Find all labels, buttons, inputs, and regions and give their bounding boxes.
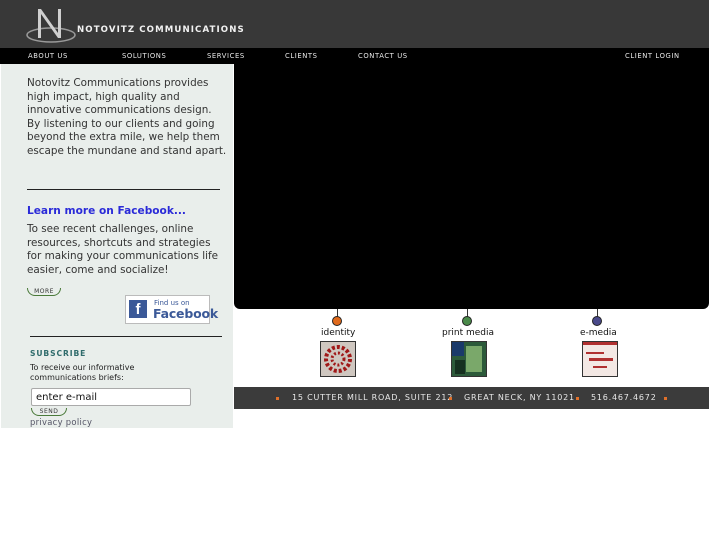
flash-stage (234, 64, 709, 309)
separator-dot-icon (664, 397, 667, 400)
main-nav: ABOUT US SOLUTIONS SERVICES CLIENTS CONT… (0, 48, 709, 64)
header-bar (0, 0, 709, 48)
category-identity[interactable]: identity (318, 309, 358, 379)
facebook-icon: f (129, 300, 147, 318)
nav-clients[interactable]: CLIENTS (285, 52, 318, 60)
brand-name: NOTOVITZ COMMUNICATIONS (77, 25, 245, 35)
subscribe-title: SUBSCRIBE (30, 349, 87, 358)
category-e-media[interactable]: e-media (580, 309, 620, 379)
footer-city: GREAT NECK, NY 11021 (464, 393, 575, 402)
logo-icon[interactable] (26, 5, 78, 45)
e-media-thumbnail-icon (582, 341, 618, 377)
facebook-badge-line2: Facebook (153, 306, 218, 321)
nav-client-login[interactable]: CLIENT LOGIN (625, 52, 680, 60)
nav-services[interactable]: SERVICES (207, 52, 245, 60)
nav-contact-us[interactable]: CONTACT US (358, 52, 408, 60)
identity-dot-icon (332, 316, 342, 326)
print-media-thumbnail-icon (451, 341, 487, 377)
intro-text: Notovitz Communications provides high im… (27, 77, 227, 157)
separator-dot-icon (449, 397, 452, 400)
more-button[interactable]: MORE (27, 288, 61, 296)
nav-about-us[interactable]: ABOUT US (28, 52, 68, 60)
print-media-dot-icon (462, 316, 472, 326)
separator-dot-icon (276, 397, 279, 400)
category-label: print media (442, 328, 495, 338)
footer-address: 15 CUTTER MILL ROAD, SUITE 212 (292, 393, 454, 402)
privacy-policy-link[interactable]: privacy policy (30, 417, 92, 427)
nav-solutions[interactable]: SOLUTIONS (122, 52, 166, 60)
category-label: e-media (580, 328, 617, 338)
facebook-description: To see recent challenges, online resourc… (27, 223, 219, 276)
divider (27, 189, 220, 190)
send-button[interactable]: SEND (31, 408, 67, 416)
separator-dot-icon (576, 397, 579, 400)
subscribe-text: To receive our informative communication… (30, 363, 135, 382)
e-media-dot-icon (592, 316, 602, 326)
email-field[interactable] (31, 388, 191, 406)
identity-thumbnail-icon (320, 341, 356, 377)
category-label: identity (321, 328, 356, 338)
footer-bar: 15 CUTTER MILL ROAD, SUITE 212 GREAT NEC… (234, 387, 709, 409)
facebook-link[interactable]: Learn more on Facebook... (27, 205, 186, 217)
category-print-media[interactable]: print media (442, 309, 502, 379)
facebook-badge-button[interactable]: f Find us on Facebook (125, 295, 218, 324)
divider (30, 336, 222, 337)
footer-phone: 516.467.4672 (591, 393, 657, 402)
